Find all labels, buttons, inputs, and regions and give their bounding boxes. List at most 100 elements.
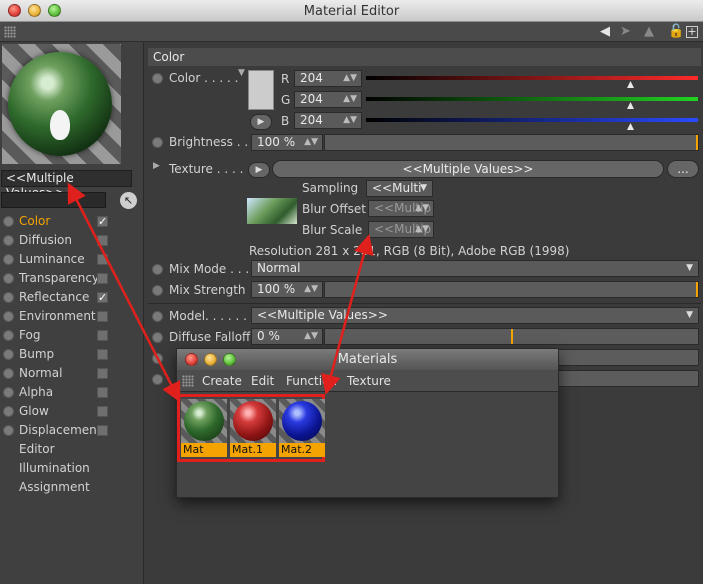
- channel-radio[interactable]: [3, 330, 14, 341]
- r-slider-handle[interactable]: [627, 81, 634, 88]
- channel-checkbox[interactable]: [97, 273, 108, 284]
- channel-color[interactable]: Color ✓: [0, 212, 144, 231]
- grip-icon[interactable]: [182, 375, 194, 387]
- blur-scale-stepper-icon[interactable]: ▲▼: [415, 222, 429, 237]
- new-window-icon[interactable]: +: [686, 26, 698, 38]
- brightness-animate-radio[interactable]: [152, 137, 163, 148]
- menu-function[interactable]: Function: [286, 374, 337, 388]
- tab-editor[interactable]: Editor: [0, 440, 144, 459]
- b-value-field[interactable]: 204 ▲▼: [294, 112, 362, 129]
- g-stepper-icon[interactable]: ▲▼: [343, 92, 357, 107]
- blur-offset-stepper-icon[interactable]: ▲▼: [415, 201, 429, 216]
- channel-search-field[interactable]: [1, 192, 106, 208]
- diffuse-falloff-field[interactable]: 0 % ▲▼: [251, 328, 323, 345]
- channel-checkbox[interactable]: [97, 425, 108, 436]
- mix-strength-animate-radio[interactable]: [152, 285, 163, 296]
- brightness-stepper-icon[interactable]: ▲▼: [304, 135, 318, 150]
- back-arrow-icon[interactable]: ◀: [600, 24, 610, 40]
- channel-radio[interactable]: [3, 349, 14, 360]
- hidden-row-radio[interactable]: [152, 353, 163, 364]
- channel-checkbox[interactable]: [97, 311, 108, 322]
- channel-glow[interactable]: Glow: [0, 402, 144, 421]
- channel-fog[interactable]: Fog: [0, 326, 144, 345]
- mix-mode-animate-radio[interactable]: [152, 264, 163, 275]
- channel-radio[interactable]: [3, 311, 14, 322]
- channel-displacement[interactable]: Displacement: [0, 421, 144, 440]
- model-animate-radio[interactable]: [152, 311, 163, 322]
- b-slider[interactable]: [366, 118, 698, 122]
- g-slider[interactable]: [366, 97, 698, 101]
- mix-strength-slider[interactable]: [324, 281, 699, 298]
- menu-edit[interactable]: Edit: [251, 374, 274, 388]
- g-value-field[interactable]: 204 ▲▼: [294, 91, 362, 108]
- channel-radio[interactable]: [3, 216, 14, 227]
- channel-reflectance[interactable]: Reflectance ✓: [0, 288, 144, 307]
- brightness-slider[interactable]: [324, 134, 699, 151]
- color-expand-icon[interactable]: ▼: [238, 68, 245, 78]
- brightness-field[interactable]: 100 % ▲▼: [251, 134, 323, 151]
- r-slider[interactable]: [366, 76, 698, 80]
- texture-thumbnail[interactable]: [247, 198, 297, 224]
- channel-luminance[interactable]: Luminance: [0, 250, 144, 269]
- channel-radio[interactable]: [3, 292, 14, 303]
- up-arrow-icon[interactable]: ▲: [644, 24, 654, 40]
- diffuse-falloff-animate-radio[interactable]: [152, 332, 163, 343]
- channel-checkbox[interactable]: [97, 406, 108, 417]
- tab-assignment[interactable]: Assignment: [0, 478, 144, 497]
- b-slider-handle[interactable]: [627, 123, 634, 130]
- channel-checkbox[interactable]: [97, 387, 108, 398]
- channel-checkbox[interactable]: [97, 235, 108, 246]
- channel-radio[interactable]: [3, 387, 14, 398]
- channel-diffusion[interactable]: Diffusion: [0, 231, 144, 250]
- color-animate-radio[interactable]: [152, 73, 163, 84]
- blur-scale-field[interactable]: <<Multip ▲▼: [368, 221, 434, 238]
- channel-checkbox[interactable]: [97, 349, 108, 360]
- channel-radio[interactable]: [3, 273, 14, 284]
- zoom-window-button[interactable]: [223, 353, 236, 366]
- material-tile-mat[interactable]: Mat: [181, 399, 227, 457]
- channel-radio[interactable]: [3, 425, 14, 436]
- forward-arrow-icon[interactable]: ➤: [620, 24, 631, 40]
- g-slider-handle[interactable]: [627, 102, 634, 109]
- material-preview[interactable]: [2, 44, 121, 164]
- channel-transparency[interactable]: Transparency: [0, 269, 144, 288]
- channel-radio[interactable]: [3, 235, 14, 246]
- pick-material-icon[interactable]: ↖: [120, 192, 137, 209]
- mix-strength-field[interactable]: 100 % ▲▼: [251, 281, 323, 298]
- material-name-field[interactable]: <<Multiple Values>>: [1, 170, 132, 200]
- color-picker-button[interactable]: ▶: [250, 114, 272, 130]
- texture-field[interactable]: <<Multiple Values>>: [272, 160, 664, 178]
- minimize-window-button[interactable]: [204, 353, 217, 366]
- color-swatch[interactable]: [248, 70, 274, 110]
- texture-browse-button[interactable]: ...: [667, 160, 699, 178]
- mix-strength-stepper-icon[interactable]: ▲▼: [304, 282, 318, 297]
- material-tile-mat1[interactable]: Mat.1: [230, 399, 276, 457]
- r-value-field[interactable]: 204 ▲▼: [294, 70, 362, 87]
- menu-create[interactable]: Create: [202, 374, 242, 388]
- channel-normal[interactable]: Normal: [0, 364, 144, 383]
- r-stepper-icon[interactable]: ▲▼: [343, 71, 357, 86]
- channel-checkbox[interactable]: ✓: [97, 292, 108, 303]
- mix-mode-dropdown[interactable]: Normal ▼: [251, 260, 699, 277]
- channel-radio[interactable]: [3, 254, 14, 265]
- tab-illumination[interactable]: Illumination: [0, 459, 144, 478]
- material-tile-mat2[interactable]: Mat.2: [279, 399, 325, 457]
- channel-checkbox[interactable]: [97, 368, 108, 379]
- texture-menu-button[interactable]: ▶: [248, 162, 270, 178]
- b-stepper-icon[interactable]: ▲▼: [343, 113, 357, 128]
- channel-alpha[interactable]: Alpha: [0, 383, 144, 402]
- menu-texture[interactable]: Texture: [347, 374, 391, 388]
- blur-offset-field[interactable]: <<Multip ▲▼: [368, 200, 434, 217]
- channel-radio[interactable]: [3, 406, 14, 417]
- diffuse-falloff-slider[interactable]: [324, 328, 699, 345]
- model-dropdown[interactable]: <<Multiple Values>> ▼: [251, 307, 699, 324]
- sampling-dropdown[interactable]: <<Multi ▼: [366, 180, 433, 197]
- lock-icon[interactable]: 🔓: [668, 24, 684, 40]
- channel-checkbox[interactable]: [97, 254, 108, 265]
- channel-bump[interactable]: Bump: [0, 345, 144, 364]
- channel-checkbox[interactable]: ✓: [97, 216, 108, 227]
- channel-radio[interactable]: [3, 368, 14, 379]
- diffuse-falloff-stepper-icon[interactable]: ▲▼: [304, 329, 318, 344]
- channel-environment[interactable]: Environment: [0, 307, 144, 326]
- close-window-button[interactable]: [185, 353, 198, 366]
